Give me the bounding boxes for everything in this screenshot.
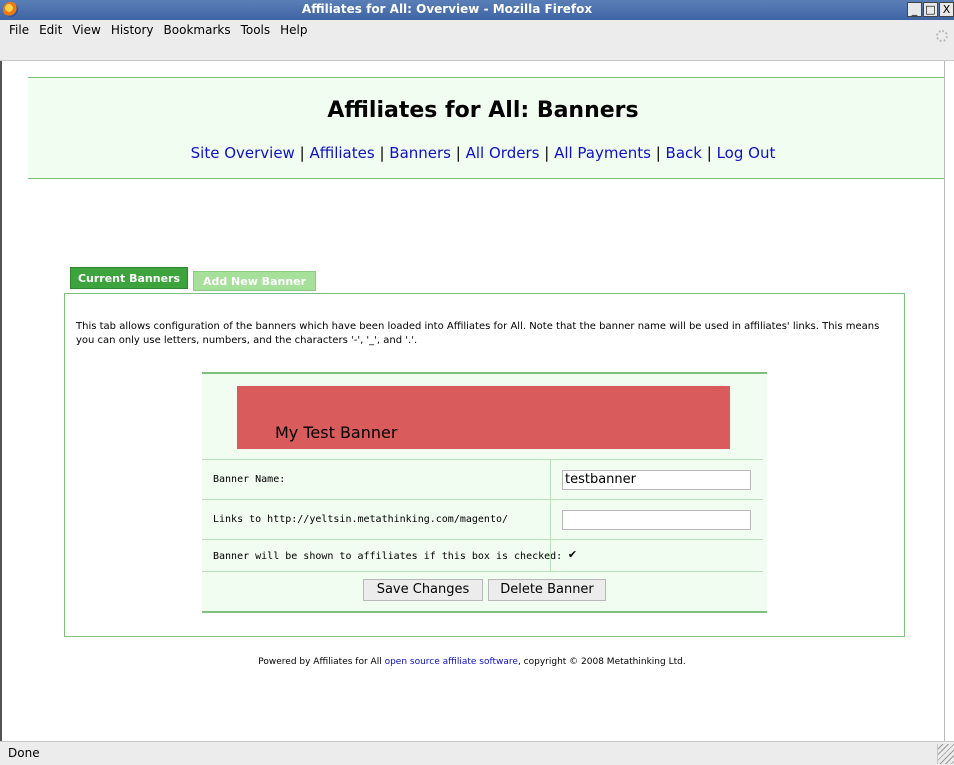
footer-link[interactable]: open source affiliate software	[385, 657, 518, 667]
nav-back[interactable]: Back	[666, 144, 702, 162]
nav-log-out[interactable]: Log Out	[717, 144, 776, 162]
throbber-icon	[936, 30, 948, 42]
nav-separator: |	[655, 144, 661, 162]
window-titlebar: Affiliates for All: Overview - Mozilla F…	[0, 0, 954, 21]
save-changes-button[interactable]: Save Changes	[363, 579, 483, 601]
banner-link-label: Links to http://yeltsin.metathinking.com…	[213, 514, 509, 525]
nav-all-orders[interactable]: All Orders	[466, 144, 540, 162]
status-text: Done	[8, 746, 40, 760]
menu-history[interactable]: History	[106, 23, 159, 37]
tab-panel: This tab allows configuration of the ban…	[64, 293, 905, 637]
status-bar: Done	[0, 741, 954, 765]
footer-prefix: Powered by Affiliates for All	[258, 657, 385, 667]
tab-current-banners[interactable]: Current Banners	[70, 267, 188, 289]
menu-tools[interactable]: Tools	[236, 23, 276, 37]
banner-link-input[interactable]	[562, 510, 751, 530]
page-content: Affiliates for All: Banners Site Overvie…	[0, 61, 954, 741]
nav-all-payments[interactable]: All Payments	[554, 144, 651, 162]
vertical-scrollbar[interactable]	[944, 61, 954, 741]
nav-separator: |	[299, 144, 305, 162]
banner-shown-checkbox[interactable]: ✔	[567, 549, 578, 561]
window-title: Affiliates for All: Overview - Mozilla F…	[301, 2, 593, 16]
top-nav: Site Overview | Affiliates | Banners | A…	[28, 144, 938, 162]
delete-banner-button[interactable]: Delete Banner	[488, 579, 606, 601]
menu-bar: File Edit View History Bookmarks Tools H…	[0, 20, 954, 61]
minimize-button[interactable]: _	[907, 2, 922, 17]
nav-separator: |	[379, 144, 385, 162]
banner-shown-label: Banner will be shown to affiliates if th…	[213, 551, 563, 562]
banner-name-input[interactable]: testbanner	[562, 470, 751, 490]
banner-name-label: Banner Name:	[213, 474, 286, 485]
tab-description: This tab allows configuration of the ban…	[76, 321, 880, 346]
banner-preview-image: My Test Banner	[237, 386, 730, 449]
nav-banners[interactable]: Banners	[389, 144, 451, 162]
nav-affiliates[interactable]: Affiliates	[309, 144, 374, 162]
banner-form: My Test Banner Banner Name: testbanner L…	[202, 372, 767, 613]
banner-shown-row: Banner will be shown to affiliates if th…	[202, 539, 763, 571]
nav-site-overview[interactable]: Site Overview	[191, 144, 295, 162]
left-frame-border	[0, 61, 2, 741]
footer-suffix: , copyright © 2008 Metathinking Ltd.	[517, 657, 686, 667]
banner-actions-row: Save Changes Delete Banner	[202, 571, 763, 611]
menu-edit[interactable]: Edit	[34, 23, 67, 37]
page-footer: Powered by Affiliates for All open sourc…	[0, 657, 944, 667]
menu-help[interactable]: Help	[275, 23, 312, 37]
window-controls: _ □ X	[907, 2, 954, 17]
page-title: Affiliates for All: Banners	[327, 98, 639, 123]
resize-grip-icon[interactable]	[937, 744, 954, 764]
menu-view[interactable]: View	[67, 23, 105, 37]
tab-add-new-banner[interactable]: Add New Banner	[193, 271, 316, 291]
banner-preview-text: My Test Banner	[275, 423, 398, 442]
row-divider	[550, 540, 551, 571]
row-divider	[550, 500, 551, 539]
nav-separator: |	[706, 144, 712, 162]
nav-separator: |	[544, 144, 550, 162]
page-header: Affiliates for All: Banners Site Overvie…	[28, 77, 954, 179]
close-button[interactable]: X	[939, 2, 954, 17]
banner-name-row: Banner Name: testbanner	[202, 459, 763, 499]
row-divider	[550, 460, 551, 499]
menu-file[interactable]: File	[4, 23, 34, 37]
banner-link-row: Links to http://yeltsin.metathinking.com…	[202, 499, 763, 539]
nav-separator: |	[455, 144, 461, 162]
maximize-button[interactable]: □	[923, 2, 938, 17]
menu-bookmarks[interactable]: Bookmarks	[159, 23, 236, 37]
